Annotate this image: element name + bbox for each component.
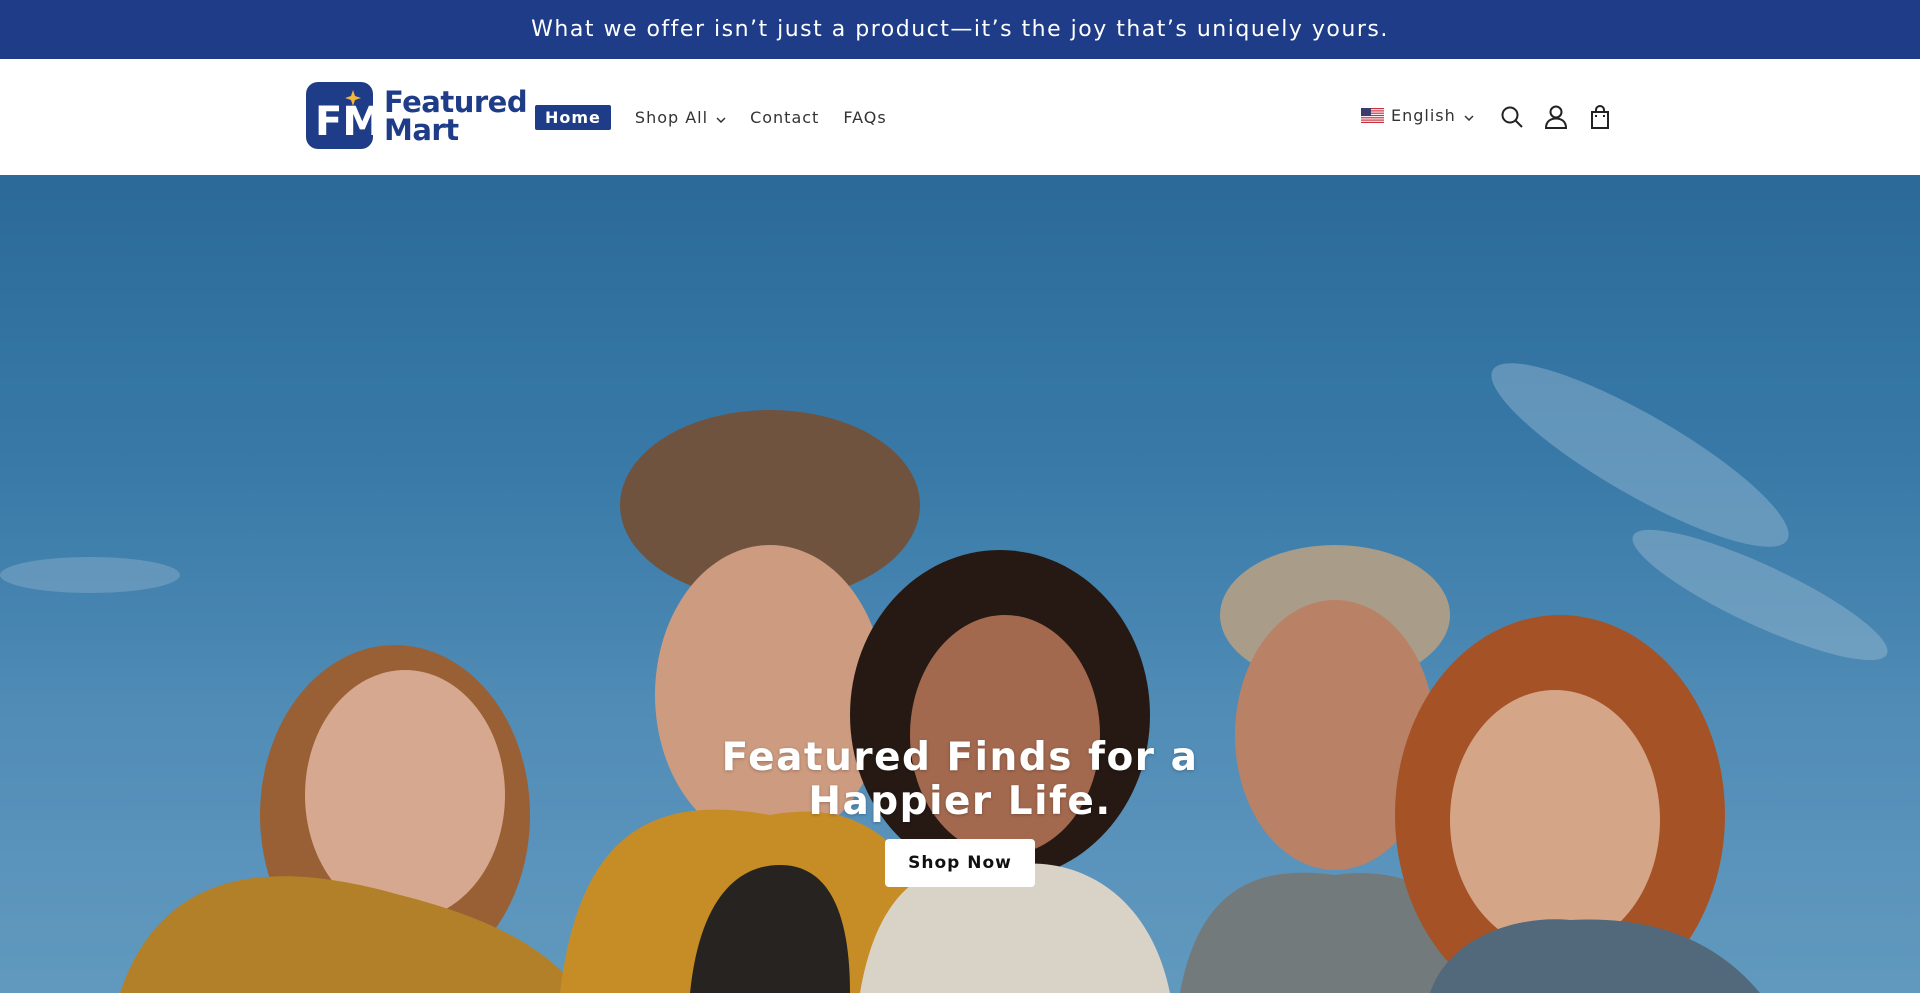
- hero-banner: Featured Finds for a Happier Life. Shop …: [0, 175, 1920, 993]
- announcement-text: What we offer isn’t just a product—it’s …: [531, 17, 1389, 42]
- nav-shop-all-label: Shop All: [634, 107, 709, 127]
- shop-now-button[interactable]: Shop Now: [885, 839, 1035, 887]
- chevron-down-icon: [716, 108, 726, 127]
- logo-mark-icon: FM: [306, 82, 373, 149]
- nav-shop-all[interactable]: Shop All: [635, 104, 726, 130]
- account-icon: [1541, 102, 1571, 132]
- us-flag-icon: [1361, 108, 1384, 123]
- cart-icon: [1585, 102, 1615, 132]
- logo-line-1: Featured: [384, 84, 528, 119]
- hero-title: Featured Finds for a Happier Life.: [721, 735, 1199, 824]
- nav-home[interactable]: Home: [535, 104, 611, 130]
- chevron-down-icon: [1464, 106, 1474, 125]
- nav-contact[interactable]: Contact: [750, 104, 819, 130]
- logo-line-2: Mart: [384, 112, 459, 147]
- search-button[interactable]: [1497, 102, 1527, 132]
- logo-link[interactable]: FM Featured Mart: [306, 82, 528, 149]
- main-nav: Home Shop All Contact FAQs: [535, 104, 911, 130]
- nav-faqs[interactable]: FAQs: [843, 104, 886, 130]
- language-selector[interactable]: English: [1361, 106, 1474, 125]
- language-label: English: [1391, 106, 1456, 125]
- search-icon: [1497, 102, 1527, 132]
- logo-mark-letters: FM: [315, 99, 373, 145]
- site-header: FM Featured Mart Home Shop All Contact F…: [0, 59, 1920, 175]
- logo-text: Featured Mart: [384, 84, 528, 147]
- cart-button[interactable]: [1585, 102, 1615, 132]
- announcement-bar: What we offer isn’t just a product—it’s …: [0, 0, 1920, 59]
- account-button[interactable]: [1541, 102, 1571, 132]
